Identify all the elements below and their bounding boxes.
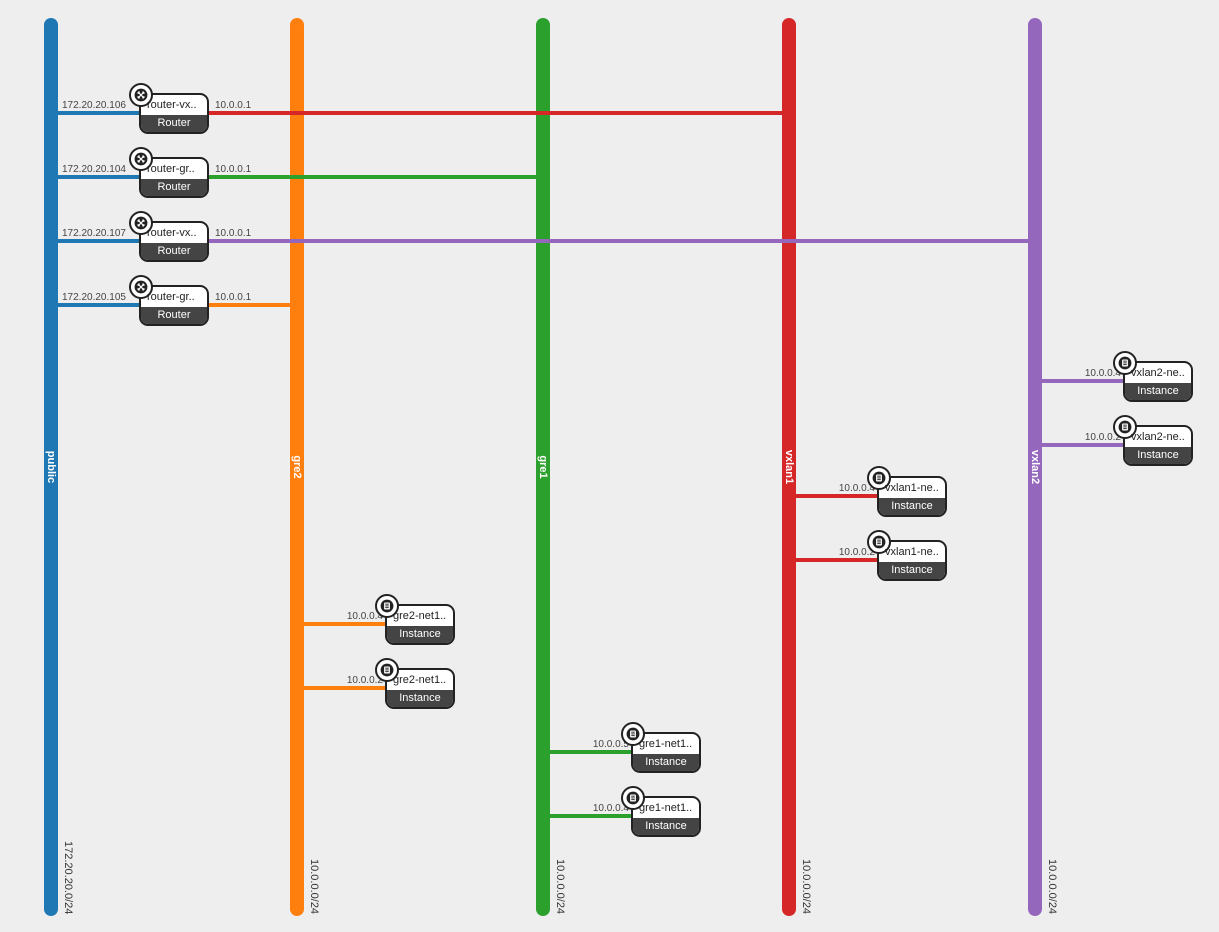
node-name: vxlan1-ne.. [879,542,945,562]
network-label: public [45,451,57,483]
subnet-label: 10.0.0.0/24 [800,859,812,914]
node-type-label: Instance [1125,447,1191,464]
network-label: vxlan1 [783,450,795,484]
connection-line [543,750,631,754]
instance-node[interactable]: gre2-net1..Instance [385,604,455,645]
connection-line [297,686,385,690]
connection-line [1035,443,1123,447]
node-type-label: Router [141,179,207,196]
connection-line [789,558,877,562]
instance-node[interactable]: vxlan2-ne..Instance [1123,425,1193,466]
instance-node[interactable]: gre2-net1..Instance [385,668,455,709]
node-name: vxlan1-ne.. [879,478,945,498]
connection-line [543,814,631,818]
router-node[interactable]: router-gr..Router [139,157,209,198]
node-type-label: Instance [879,562,945,579]
subnet-label: 10.0.0.0/24 [554,859,566,914]
subnet-label: 172.20.20.0/24 [62,841,74,914]
instance-node[interactable]: vxlan1-ne..Instance [877,476,947,517]
network-bar-public[interactable]: public172.20.20.0/24 [44,18,58,916]
connection-line [51,175,139,179]
node-type-label: Instance [1125,383,1191,400]
connection-line [209,111,789,115]
node-name: vxlan2-ne.. [1125,427,1191,447]
node-type-label: Instance [879,498,945,515]
connection-line [209,239,1035,243]
node-type-label: Instance [387,626,453,643]
network-bar-vxlan2[interactable]: vxlan210.0.0.0/24 [1028,18,1042,916]
node-name: gre2-net1.. [387,670,453,690]
router-node[interactable]: router-vx..Router [139,93,209,134]
ip-label: 10.0.0.1 [215,292,251,303]
node-type-label: Router [141,243,207,260]
network-label: gre1 [537,455,549,478]
node-name: gre1-net1.. [633,734,699,754]
connection-line [209,175,543,179]
node-name: router-gr.. [141,159,207,179]
ip-label: 172.20.20.107 [62,228,126,239]
ip-label: 172.20.20.105 [62,292,126,303]
node-name: gre1-net1.. [633,798,699,818]
node-type-label: Router [141,115,207,132]
ip-label: 172.20.20.104 [62,164,126,175]
network-label: gre2 [291,455,303,478]
connection-line [51,111,139,115]
network-bar-vxlan1[interactable]: vxlan110.0.0.0/24 [782,18,796,916]
node-name: vxlan2-ne.. [1125,363,1191,383]
node-type-label: Router [141,307,207,324]
subnet-label: 10.0.0.0/24 [1046,859,1058,914]
connection-line [209,303,297,307]
instance-node[interactable]: vxlan2-ne..Instance [1123,361,1193,402]
network-bar-gre1[interactable]: gre110.0.0.0/24 [536,18,550,916]
connection-line [51,239,139,243]
node-type-label: Instance [633,818,699,835]
network-bar-gre2[interactable]: gre210.0.0.0/24 [290,18,304,916]
connection-line [51,303,139,307]
node-name: router-vx.. [141,95,207,115]
node-name: router-vx.. [141,223,207,243]
instance-node[interactable]: vxlan1-ne..Instance [877,540,947,581]
ip-label: 10.0.0.1 [215,100,251,111]
instance-node[interactable]: gre1-net1..Instance [631,796,701,837]
connection-line [1035,379,1123,383]
router-node[interactable]: router-vx..Router [139,221,209,262]
connection-line [297,622,385,626]
node-type-label: Instance [387,690,453,707]
router-node[interactable]: router-gr..Router [139,285,209,326]
instance-node[interactable]: gre1-net1..Instance [631,732,701,773]
node-name: router-gr.. [141,287,207,307]
ip-label: 10.0.0.1 [215,164,251,175]
connection-line [789,494,877,498]
network-label: vxlan2 [1029,450,1041,484]
ip-label: 10.0.0.1 [215,228,251,239]
ip-label: 172.20.20.106 [62,100,126,111]
subnet-label: 10.0.0.0/24 [308,859,320,914]
node-type-label: Instance [633,754,699,771]
node-name: gre2-net1.. [387,606,453,626]
